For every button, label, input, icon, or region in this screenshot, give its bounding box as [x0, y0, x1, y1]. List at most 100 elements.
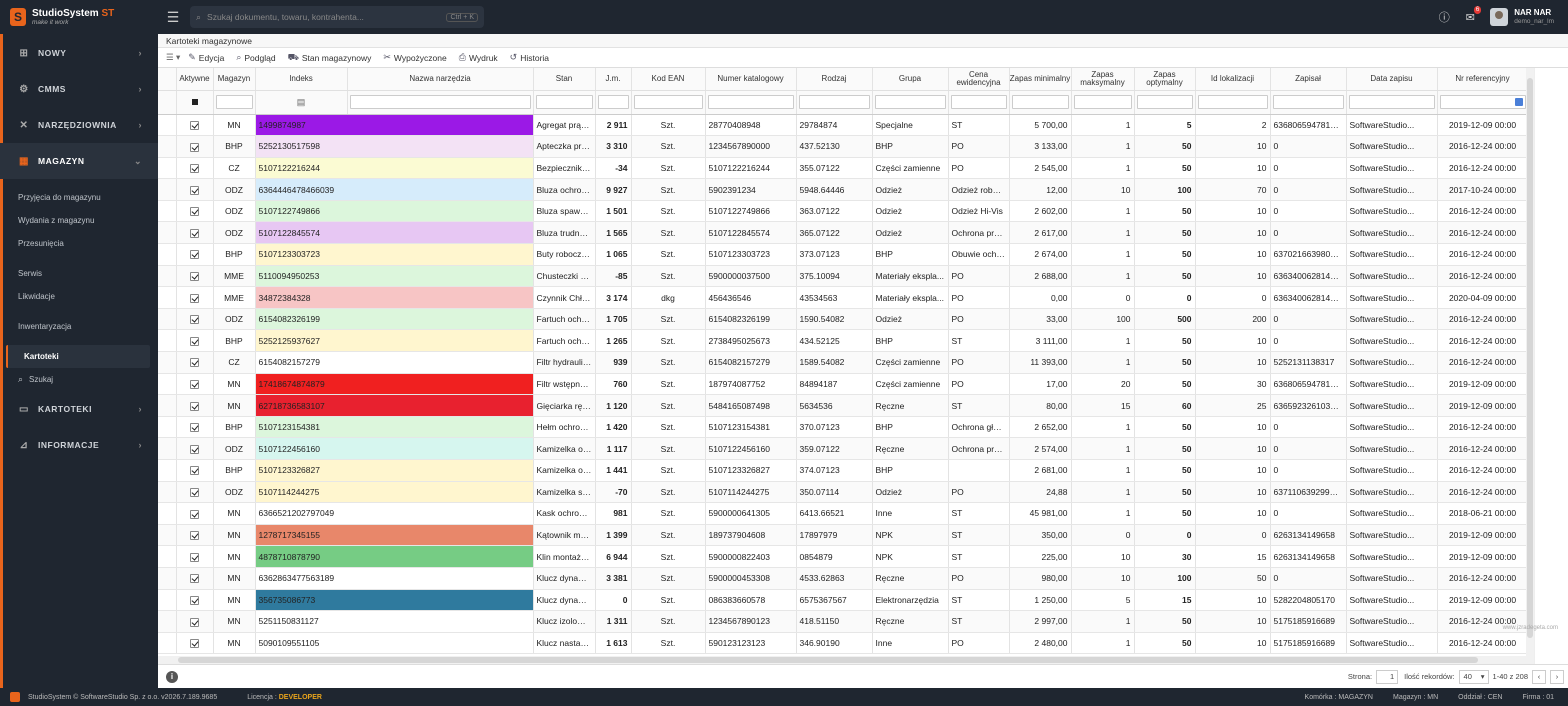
table-cell[interactable]: SoftwareStudio... — [1346, 632, 1438, 655]
checkbox-checked-icon[interactable] — [190, 595, 199, 605]
table-cell[interactable]: 0 — [1071, 524, 1135, 547]
table-cell[interactable]: Filtr wstępny do układu HVAC 300 mm — [533, 373, 596, 396]
table-row[interactable]: BHP5252125937627Fartuch ochronny wodoodp… — [158, 329, 1526, 353]
row-handle[interactable] — [158, 437, 177, 460]
row-handle[interactable] — [158, 610, 177, 633]
table-cell[interactable]: 2 545,00 — [1009, 157, 1072, 180]
row-active-checkbox[interactable] — [176, 200, 214, 223]
row-handle[interactable] — [158, 265, 177, 288]
prev-page-button[interactable]: ‹ — [1532, 669, 1546, 684]
row-active-checkbox[interactable] — [176, 135, 214, 158]
table-cell[interactable]: 15 — [1134, 589, 1196, 612]
table-cell[interactable]: 1 — [1071, 351, 1135, 374]
checkbox-checked-icon[interactable] — [190, 380, 199, 390]
row-handle[interactable] — [158, 221, 177, 245]
row-active-checkbox[interactable] — [176, 502, 214, 525]
table-cell[interactable]: 363.07122 — [796, 200, 873, 223]
table-cell[interactable]: 10 — [1071, 545, 1135, 568]
table-row[interactable]: MN1278717345155Kątownik montażowy do oki… — [158, 524, 1526, 547]
row-handle[interactable] — [158, 545, 177, 568]
table-cell[interactable]: 418.51150 — [796, 610, 873, 633]
table-cell[interactable]: Inne — [872, 632, 949, 655]
info-icon[interactable]: i — [166, 670, 178, 683]
filter-cena[interactable] — [1009, 90, 1072, 115]
table-row[interactable]: MN62718736583107Gięciarka ręczna do rur … — [158, 394, 1526, 417]
table-cell[interactable]: 1234567890123 — [705, 610, 797, 633]
table-cell[interactable]: 10 — [1195, 502, 1271, 525]
table-cell[interactable]: 10 — [1195, 632, 1271, 655]
filter-checkbox[interactable] — [191, 99, 198, 105]
table-cell[interactable]: SoftwareStudio... — [1346, 243, 1438, 266]
table-row[interactable]: MN17418674874879Filtr wstępny do układu … — [158, 373, 1526, 396]
row-active-checkbox[interactable] — [176, 545, 214, 568]
table-cell[interactable]: SoftwareStudio... — [1346, 286, 1438, 309]
table-cell[interactable]: Klucz dynamometryczny 40–200 Nm 1/2", 90… — [533, 589, 596, 612]
table-cell[interactable]: Ochrona przed ... — [948, 221, 1010, 245]
table-cell[interactable]: 2016-12-24 00:00 — [1437, 459, 1526, 482]
search-input[interactable]: ⌕ Szukaj dokumentu, towaru, kontrahenta.… — [190, 6, 484, 28]
table-cell[interactable]: MN — [213, 567, 256, 590]
row-active-checkbox[interactable] — [176, 221, 214, 245]
table-cell[interactable]: ODZ — [213, 481, 256, 504]
table-cell[interactable]: 5 700,00 — [1009, 114, 1072, 137]
table-cell[interactable]: 5175185916689 — [1270, 610, 1347, 633]
table-cell[interactable]: ODZ — [213, 437, 256, 460]
table-cell[interactable]: 2 574,00 — [1009, 437, 1072, 460]
table-cell-indeks[interactable]: 17418674874879 — [255, 373, 534, 396]
table-cell[interactable]: 10 — [1195, 437, 1271, 460]
checkbox-checked-icon[interactable] — [190, 466, 199, 476]
table-cell[interactable]: ODZ — [213, 221, 256, 245]
table-cell[interactable]: 20 — [1071, 373, 1135, 396]
table-cell[interactable]: 2016-12-24 00:00 — [1437, 135, 1526, 158]
table-cell[interactable]: 80,00 — [1009, 394, 1072, 417]
table-cell[interactable]: 6413.66521 — [796, 502, 873, 525]
row-handle[interactable] — [158, 416, 177, 439]
table-cell[interactable]: 50 — [1195, 567, 1271, 590]
checkbox-checked-icon[interactable] — [190, 185, 199, 195]
table-cell[interactable]: Szt. — [631, 567, 706, 590]
next-page-button[interactable]: › — [1550, 669, 1564, 684]
table-cell[interactable]: Szt. — [631, 394, 706, 417]
table-cell[interactable]: 1 250,00 — [1009, 589, 1072, 612]
table-cell[interactable]: Kamizelka spawalnicza ze skóry naturalne… — [533, 481, 596, 504]
table-cell[interactable]: Szt. — [631, 308, 706, 331]
checkbox-checked-icon[interactable] — [190, 293, 199, 303]
table-row[interactable]: BHP5107123326827Kamizelka ostrzegawcza o… — [158, 459, 1526, 482]
table-cell[interactable]: 63680659478170... — [1270, 373, 1347, 396]
row-active-checkbox[interactable] — [176, 373, 214, 396]
table-cell[interactable]: SoftwareStudio... — [1346, 351, 1438, 374]
col-header-zapas-max[interactable]: Zapas maksymalny — [1071, 68, 1135, 91]
table-cell[interactable]: 359.07122 — [796, 437, 873, 460]
table-cell[interactable]: 50 — [1134, 135, 1196, 158]
table-cell[interactable]: 1 — [1071, 243, 1135, 266]
table-cell[interactable]: 6263134149658 — [1270, 545, 1347, 568]
table-cell[interactable]: 63634006281427... — [1270, 265, 1347, 288]
table-cell[interactable]: 0 — [1270, 221, 1347, 245]
table-cell[interactable]: 25 — [1195, 394, 1271, 417]
table-cell[interactable]: 10 — [1195, 265, 1271, 288]
table-cell[interactable]: SoftwareStudio... — [1346, 610, 1438, 633]
table-cell[interactable]: PO — [948, 286, 1010, 309]
table-cell[interactable]: 1 399 — [595, 524, 632, 547]
borrowed-button[interactable]: ✂ Wypożyczone — [383, 52, 446, 63]
table-cell[interactable]: PO — [948, 308, 1010, 331]
table-cell[interactable]: 5948.64446 — [796, 178, 873, 201]
table-row[interactable]: MN5090109551105Klucz nastawny 250 mm z r… — [158, 632, 1526, 655]
table-cell[interactable]: 1 — [1071, 329, 1135, 353]
table-cell[interactable]: 10 — [1195, 329, 1271, 353]
table-cell[interactable]: ST — [948, 394, 1010, 417]
table-row[interactable]: BHP5107123154381Hełm ochronny z wentylac… — [158, 416, 1526, 439]
table-cell[interactable]: 0 — [1270, 416, 1347, 439]
table-cell[interactable]: 0 — [1270, 329, 1347, 353]
table-cell-indeks[interactable]: 5252130517598 — [255, 135, 534, 158]
table-cell[interactable]: 2016-12-24 00:00 — [1437, 308, 1526, 331]
table-cell[interactable]: 70 — [1195, 178, 1271, 201]
table-row[interactable]: BHP5107123303723Buty robocze S3 z podnos… — [158, 243, 1526, 266]
col-header-grupa[interactable]: Grupa — [872, 68, 949, 91]
table-cell[interactable]: Bluza spawalnicza trudnopalna z kieszeni… — [533, 200, 596, 223]
table-cell[interactable]: 225,00 — [1009, 545, 1072, 568]
table-cell[interactable]: SoftwareStudio... — [1346, 481, 1438, 504]
filter-zapas-opt[interactable] — [1195, 90, 1271, 115]
table-cell[interactable]: 30 — [1195, 373, 1271, 396]
table-cell[interactable]: 1 565 — [595, 221, 632, 245]
